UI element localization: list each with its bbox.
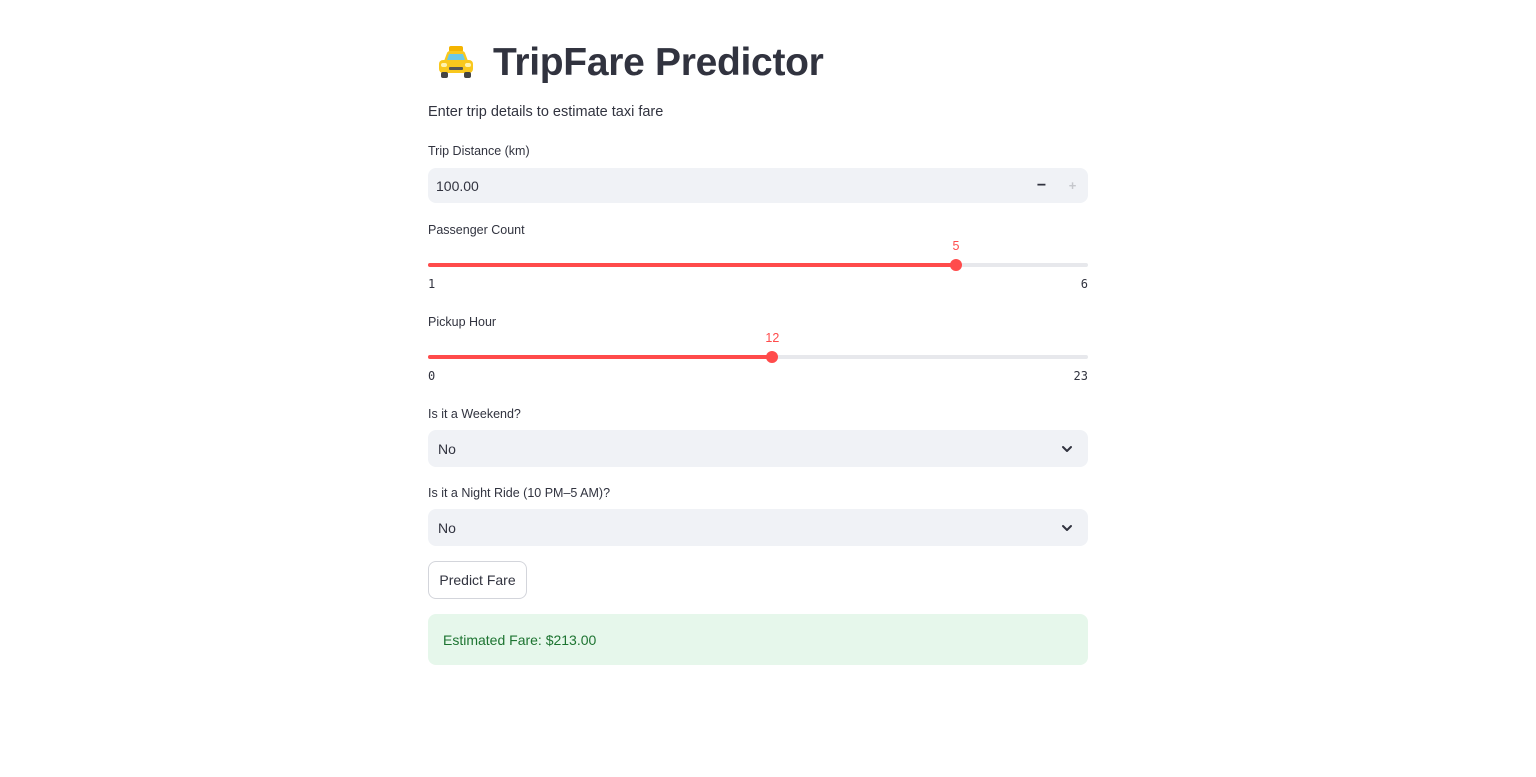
chevron-down-icon[interactable] — [1060, 442, 1074, 456]
slider-value: 12 — [765, 331, 780, 345]
page-subtitle: Enter trip details to estimate taxi fare — [428, 104, 664, 120]
increment-button[interactable]: + — [1057, 168, 1088, 203]
trip-distance-input[interactable]: 100.00 − + — [428, 168, 1088, 203]
weekend-label: Is it a Weekend? — [428, 407, 521, 421]
chevron-down-icon[interactable] — [1060, 521, 1074, 535]
passenger-count-slider[interactable]: 5 1 6 — [428, 239, 1088, 303]
estimated-fare-text: Estimated Fare: $213.00 — [443, 631, 597, 648]
title-row: TripFare Predictor — [428, 38, 824, 88]
slider-max-label: 6 — [1080, 277, 1088, 291]
slider-min-label: 1 — [428, 277, 436, 291]
night-ride-label: Is it a Night Ride (10 PM–5 AM)? — [428, 486, 611, 500]
decrement-button[interactable]: − — [1026, 168, 1057, 203]
slider-thumb[interactable] — [766, 351, 779, 363]
page-title: TripFare Predictor — [493, 41, 824, 84]
slider-fill — [428, 263, 956, 267]
slider-min-label: 0 — [428, 369, 436, 383]
night-ride-select[interactable]: No — [428, 509, 1088, 546]
trip-distance-label: Trip Distance (km) — [428, 144, 530, 158]
passenger-count-label: Passenger Count — [428, 223, 525, 237]
taxi-icon — [439, 46, 473, 78]
slider-fill — [428, 355, 773, 359]
success-alert: Estimated Fare: $213.00 — [428, 614, 1088, 665]
slider-thumb[interactable] — [950, 259, 962, 271]
slider-value: 5 — [952, 239, 960, 253]
weekend-selected-value[interactable]: No — [428, 441, 1060, 457]
trip-distance-value[interactable]: 100.00 — [428, 178, 1026, 194]
predict-fare-button[interactable]: Predict Fare — [428, 561, 527, 599]
weekend-select[interactable]: No — [428, 430, 1088, 467]
pickup-hour-label: Pickup Hour — [428, 315, 497, 329]
night-ride-selected-value[interactable]: No — [428, 520, 1060, 536]
slider-max-label: 23 — [1073, 369, 1088, 383]
pickup-hour-slider[interactable]: 12 0 23 — [428, 331, 1088, 395]
